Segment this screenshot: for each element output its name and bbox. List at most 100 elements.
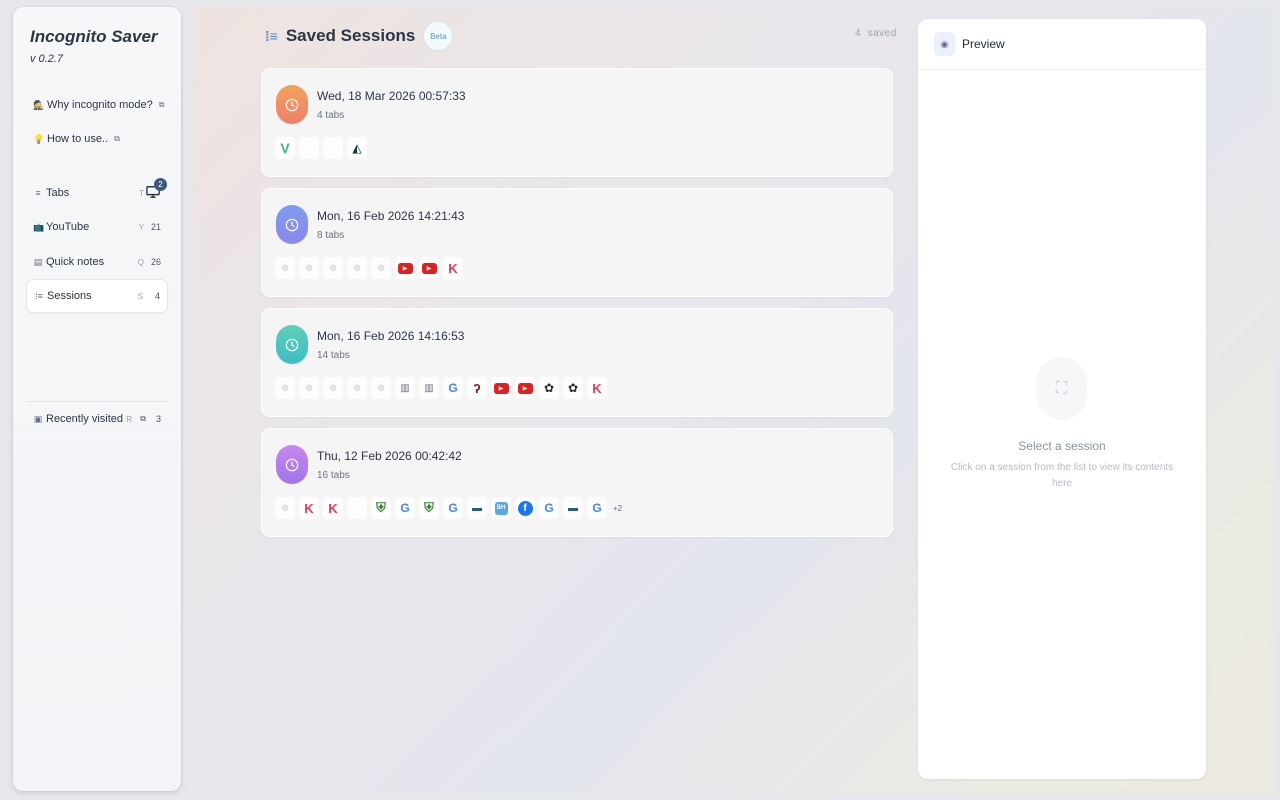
vue-favicon-icon: V	[275, 137, 295, 159]
saved-count: 4 saved	[855, 28, 897, 39]
shortcut-key: Q	[137, 257, 144, 267]
item-count: 3	[155, 414, 161, 424]
k-favicon-icon: K	[443, 257, 463, 279]
more-tabs-count: +2	[613, 503, 623, 513]
globe-favicon-icon: ⊕	[347, 377, 367, 399]
favicon-row: ⊕ ⊕ ⊕ ⊕ ⊕ ▥ ▥ G ʔ ▶ ▶ ✿ ✿ K	[275, 377, 607, 399]
external-link-icon: ⧉	[114, 134, 120, 143]
youtube-favicon-icon: ▶	[491, 377, 511, 399]
sessions-header-icon: ⁞≡	[265, 28, 278, 44]
app-version: v 0.2.7	[30, 53, 64, 65]
globe-favicon-icon: ⊕	[299, 377, 319, 399]
empty-state-title: Select a session	[1018, 439, 1106, 453]
book-favicon-icon: ▥	[395, 377, 415, 399]
spy-icon: 🕵	[33, 99, 45, 110]
google-favicon-icon: G	[539, 497, 559, 519]
preview-panel: ◉ Preview ⛶ Select a session Click on a …	[918, 19, 1206, 779]
shield-favicon-icon: ⛨	[419, 497, 439, 519]
sidebar-item-label: Sessions	[47, 290, 92, 302]
bh-favicon-icon: BH	[491, 497, 511, 519]
page-header: ⁞≡ Saved Sessions Beta	[265, 21, 454, 51]
session-date: Mon, 16 Feb 2026 14:21:43	[317, 209, 465, 223]
item-count: 21	[150, 222, 161, 232]
globe-favicon-icon: ⊕	[275, 257, 295, 279]
youtube-favicon-icon: ▶	[419, 257, 439, 279]
page-title: Saved Sessions	[285, 26, 416, 45]
globe-favicon-icon: ⊕	[371, 257, 391, 279]
session-tab-count: 8 tabs	[317, 230, 345, 241]
preview-title: Preview	[962, 37, 1005, 51]
sidebar-item-youtube[interactable]: 📺 YouTube Y 21	[26, 210, 168, 244]
hook-favicon-icon: ʔ	[467, 377, 487, 399]
monitor-badge: 2	[146, 178, 167, 198]
window-favicon-icon: ▬	[467, 497, 487, 519]
history-icon: ▣	[33, 413, 43, 424]
link-icon: ⧉	[140, 414, 146, 423]
globe-favicon-icon: ⊕	[323, 257, 343, 279]
sidebar-item-label: Recently visited	[46, 413, 124, 425]
sidebar-item-tabs[interactable]: ≡ Tabs T 2	[26, 176, 168, 210]
globe-favicon-icon: ⊕	[275, 497, 295, 519]
sidebar-item-label: Tabs	[46, 187, 70, 199]
session-card[interactable]: Mon, 16 Feb 2026 14:21:43 8 tabs ⊕ ⊕ ⊕ ⊕ ⊕ ▶ ▶ K	[261, 188, 893, 297]
google-favicon-icon: G	[443, 497, 463, 519]
session-tab-count: 4 tabs	[317, 110, 345, 121]
sidebar-item-quick-notes[interactable]: ▤ Quick notes Q 26	[26, 245, 168, 279]
pointer-click-icon: ⛶	[1036, 357, 1087, 420]
why-incognito-label: Why incognito mode?	[47, 99, 153, 111]
why-incognito-link[interactable]: 🕵 Why incognito mode? ⧉	[33, 99, 165, 111]
shortcut-key: T	[139, 188, 144, 198]
list-icon: ≡	[35, 188, 41, 198]
clock-icon	[276, 85, 308, 124]
blank-favicon-icon	[323, 137, 343, 159]
preview-header: ◉ Preview	[918, 19, 1206, 70]
session-card[interactable]: Mon, 16 Feb 2026 14:16:53 14 tabs ⊕ ⊕ ⊕ ⊕ ⊕ ▥ ▥ G…	[261, 308, 893, 417]
k-favicon-icon: K	[323, 497, 343, 519]
sidebar-item-recently-visited[interactable]: ▣ Recently visited R ⧉ 3	[26, 402, 168, 436]
favicon-row: V ◭	[275, 137, 367, 159]
shortcut-key: S	[137, 291, 143, 301]
tv-icon: 📺	[33, 221, 45, 232]
globe-favicon-icon: ⊕	[299, 257, 319, 279]
sessions-icon: ⁞≡	[35, 291, 43, 301]
item-count: 4	[154, 291, 160, 301]
empty-state-description: Click on a session from the list to view…	[950, 462, 1174, 489]
globe-favicon-icon: ⊕	[347, 257, 367, 279]
how-to-use-link[interactable]: 💡 How to use.. ⧉	[33, 133, 120, 145]
external-link-icon: ⧉	[158, 100, 165, 109]
window-favicon-icon: ▬	[563, 497, 583, 519]
k-favicon-icon: K	[587, 377, 607, 399]
session-date: Mon, 16 Feb 2026 14:16:53	[317, 329, 465, 343]
session-tab-count: 16 tabs	[317, 470, 350, 481]
session-date: Thu, 12 Feb 2026 00:42:42	[317, 449, 462, 463]
globe-favicon-icon: ⊕	[323, 377, 343, 399]
favicon-row: ⊕ K K ⛨ G ⛨ G ▬ BH f G ▬ G +2	[275, 497, 622, 519]
how-to-use-label: How to use..	[47, 133, 109, 145]
session-card[interactable]: Wed, 18 Mar 2026 00:57:33 4 tabs V ◭	[261, 68, 893, 177]
sidebar-item-sessions[interactable]: ⁞≡ Sessions S 4	[26, 279, 168, 313]
chatgpt-favicon-icon: ✿	[539, 377, 559, 399]
saved-count-label: saved	[867, 28, 897, 39]
clock-icon	[276, 325, 308, 364]
app-title: Incognito Saver	[30, 27, 158, 46]
sidebar-item-label: YouTube	[46, 221, 90, 233]
item-count: 26	[150, 257, 161, 267]
blank-favicon-icon	[347, 497, 367, 519]
book-favicon-icon: ▥	[419, 377, 439, 399]
eye-icon: ◉	[934, 32, 955, 56]
facebook-favicon-icon: f	[515, 497, 535, 519]
prisma-favicon-icon: ◭	[347, 137, 367, 159]
session-card[interactable]: Thu, 12 Feb 2026 00:42:42 16 tabs ⊕ K K ⛨ G ⛨ G ▬…	[261, 428, 893, 537]
bulb-icon: 💡	[33, 133, 45, 144]
saved-count-number: 4	[855, 28, 862, 39]
youtube-favicon-icon: ▶	[515, 377, 535, 399]
clock-icon	[276, 445, 308, 484]
k-favicon-icon: K	[299, 497, 319, 519]
note-icon: ▤	[33, 256, 43, 267]
google-favicon-icon: G	[443, 377, 463, 399]
tabs-badge: 2	[154, 178, 167, 191]
shortcut-key: Y	[138, 222, 144, 232]
google-favicon-icon: G	[395, 497, 415, 519]
globe-favicon-icon: ⊕	[371, 377, 391, 399]
shield-favicon-icon: ⛨	[371, 497, 391, 519]
